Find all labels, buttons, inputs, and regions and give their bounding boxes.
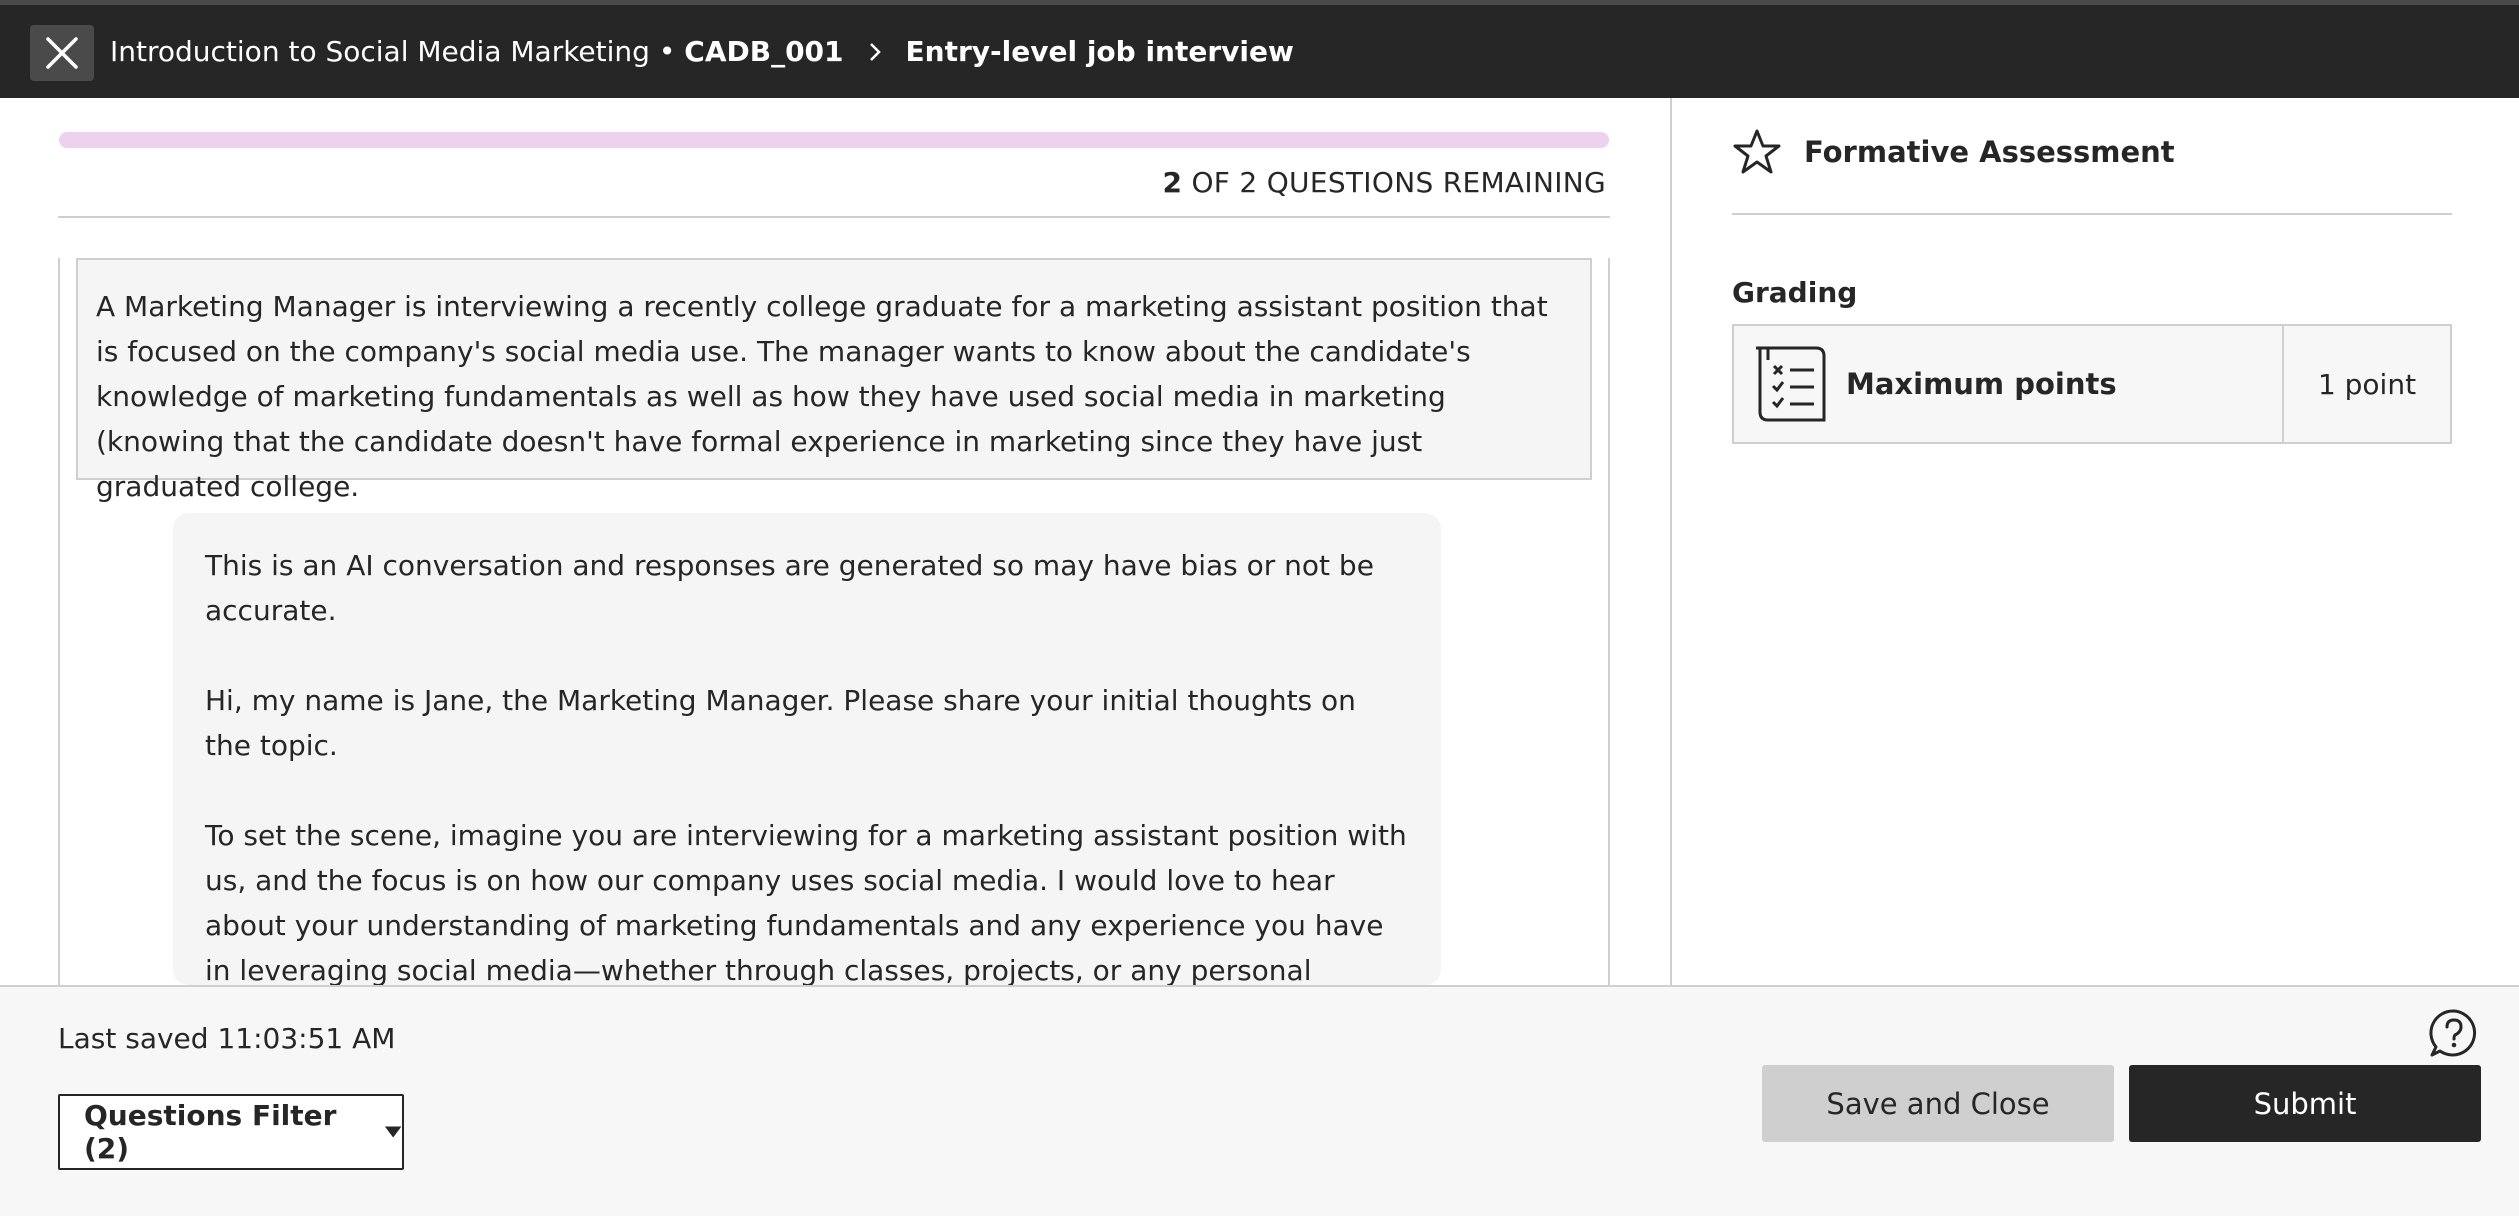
save-and-close-button[interactable]: Save and Close [1762, 1065, 2114, 1142]
remaining-text: OF 2 QUESTIONS REMAINING [1182, 166, 1606, 199]
last-saved-status: Last saved 11:03:51 AM [58, 1022, 396, 1055]
max-points-value: 1 point [2317, 367, 2417, 401]
breadcrumb: Introduction to Social Media Marketing •… [110, 5, 1294, 98]
top-bar: Introduction to Social Media Marketing •… [0, 0, 2519, 98]
question-panel: 2 OF 2 QUESTIONS REMAINING A Marketing M… [0, 98, 1672, 985]
questions-filter-button[interactable]: Questions Filter (2) [58, 1094, 404, 1170]
course-separator: • [649, 35, 685, 68]
course-name: Introduction to Social Media Marketing [110, 35, 650, 68]
submit-button[interactable]: Submit [2129, 1065, 2481, 1142]
max-points-cell: Maximum points [1734, 326, 2284, 442]
ai-disclaimer: This is an AI conversation and responses… [205, 549, 1374, 627]
caret-down-icon [384, 1126, 402, 1138]
ai-greeting: Hi, my name is Jane, the Marketing Manag… [205, 684, 1356, 762]
close-button[interactable] [30, 25, 94, 81]
conversation-scroll-area[interactable]: A Marketing Manager is interviewing a re… [58, 258, 1610, 985]
checklist-icon [1756, 346, 1826, 422]
questions-remaining: 2 OF 2 QUESTIONS REMAINING [1162, 166, 1606, 199]
assessment-type: Formative Assessment [1804, 135, 2175, 169]
question-prompt: A Marketing Manager is interviewing a re… [76, 258, 1592, 503]
grading-heading: Grading [1732, 276, 1858, 309]
remaining-count: 2 [1162, 166, 1183, 199]
details-panel: Formative Assessment Grading Maximum poi… [1674, 98, 2519, 985]
chevron-right-icon [868, 41, 882, 63]
divider [58, 216, 1610, 218]
max-points-label: Maximum points [1846, 367, 2117, 401]
ai-scene: To set the scene, imagine you are interv… [205, 819, 1407, 985]
help-icon[interactable] [2428, 1007, 2480, 1059]
divider [1732, 213, 2452, 215]
progress-bar [59, 132, 1609, 148]
assessment-type-row: Formative Assessment [1732, 128, 2175, 176]
grading-card: Maximum points 1 point [1732, 324, 2452, 444]
course-code: CADB_001 [684, 35, 844, 68]
questions-filter-label: Questions Filter (2) [84, 1099, 337, 1165]
close-icon [46, 37, 78, 69]
ai-message-bubble: This is an AI conversation and responses… [173, 513, 1441, 985]
breadcrumb-course[interactable]: Introduction to Social Media Marketing •… [110, 35, 844, 68]
breadcrumb-current: Entry-level job interview [905, 35, 1294, 68]
star-icon [1733, 129, 1781, 174]
footer-bar: Last saved 11:03:51 AM Questions Filter … [0, 985, 2519, 1216]
